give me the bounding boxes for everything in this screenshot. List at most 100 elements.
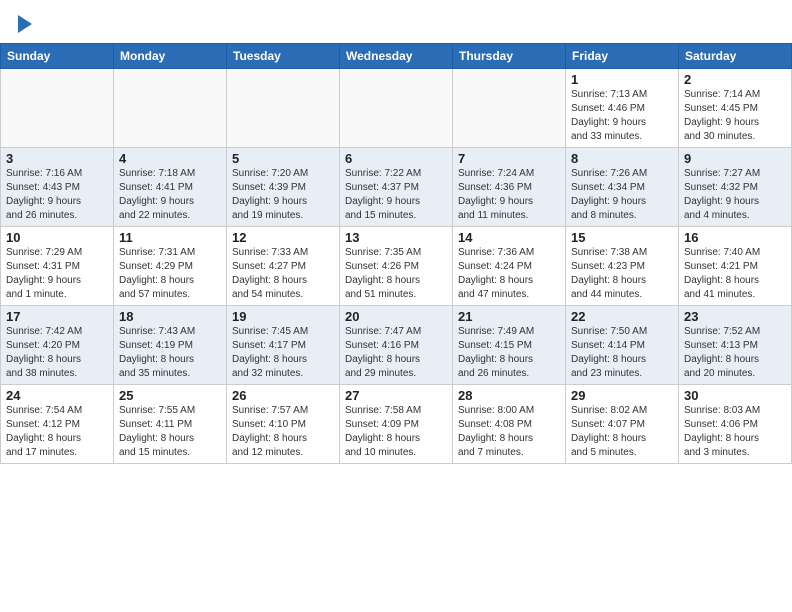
day-info: Sunrise: 7:58 AM Sunset: 4:09 PM Dayligh…: [345, 404, 447, 460]
calendar-cell: [114, 69, 227, 148]
day-number: 28: [458, 388, 560, 403]
day-number: 4: [119, 151, 221, 166]
day-info: Sunrise: 7:36 AM Sunset: 4:24 PM Dayligh…: [458, 246, 560, 302]
calendar-cell: 2Sunrise: 7:14 AM Sunset: 4:45 PM Daylig…: [679, 69, 792, 148]
calendar-cell: 29Sunrise: 8:02 AM Sunset: 4:07 PM Dayli…: [566, 385, 679, 464]
calendar-cell: 23Sunrise: 7:52 AM Sunset: 4:13 PM Dayli…: [679, 306, 792, 385]
day-info: Sunrise: 7:52 AM Sunset: 4:13 PM Dayligh…: [684, 325, 786, 381]
day-number: 2: [684, 72, 786, 87]
day-number: 8: [571, 151, 673, 166]
calendar-cell: 15Sunrise: 7:38 AM Sunset: 4:23 PM Dayli…: [566, 227, 679, 306]
calendar-cell: 13Sunrise: 7:35 AM Sunset: 4:26 PM Dayli…: [340, 227, 453, 306]
day-info: Sunrise: 7:16 AM Sunset: 4:43 PM Dayligh…: [6, 167, 108, 223]
calendar-cell: 16Sunrise: 7:40 AM Sunset: 4:21 PM Dayli…: [679, 227, 792, 306]
day-info: Sunrise: 7:47 AM Sunset: 4:16 PM Dayligh…: [345, 325, 447, 381]
day-number: 5: [232, 151, 334, 166]
day-number: 1: [571, 72, 673, 87]
logo: [15, 15, 32, 33]
calendar-cell: [227, 69, 340, 148]
day-info: Sunrise: 7:13 AM Sunset: 4:46 PM Dayligh…: [571, 88, 673, 144]
calendar-header-sunday: Sunday: [1, 44, 114, 69]
day-info: Sunrise: 7:20 AM Sunset: 4:39 PM Dayligh…: [232, 167, 334, 223]
day-info: Sunrise: 7:43 AM Sunset: 4:19 PM Dayligh…: [119, 325, 221, 381]
day-info: Sunrise: 7:18 AM Sunset: 4:41 PM Dayligh…: [119, 167, 221, 223]
calendar-cell: [1, 69, 114, 148]
day-info: Sunrise: 8:02 AM Sunset: 4:07 PM Dayligh…: [571, 404, 673, 460]
calendar-cell: 14Sunrise: 7:36 AM Sunset: 4:24 PM Dayli…: [453, 227, 566, 306]
day-info: Sunrise: 7:57 AM Sunset: 4:10 PM Dayligh…: [232, 404, 334, 460]
calendar-cell: 9Sunrise: 7:27 AM Sunset: 4:32 PM Daylig…: [679, 148, 792, 227]
day-number: 20: [345, 309, 447, 324]
day-info: Sunrise: 7:14 AM Sunset: 4:45 PM Dayligh…: [684, 88, 786, 144]
logo-triangle-icon: [18, 15, 32, 33]
calendar-cell: 19Sunrise: 7:45 AM Sunset: 4:17 PM Dayli…: [227, 306, 340, 385]
calendar-table: SundayMondayTuesdayWednesdayThursdayFrid…: [0, 43, 792, 464]
day-info: Sunrise: 7:55 AM Sunset: 4:11 PM Dayligh…: [119, 404, 221, 460]
calendar-cell: 3Sunrise: 7:16 AM Sunset: 4:43 PM Daylig…: [1, 148, 114, 227]
day-number: 16: [684, 230, 786, 245]
calendar-header-monday: Monday: [114, 44, 227, 69]
calendar-header-row: SundayMondayTuesdayWednesdayThursdayFrid…: [1, 44, 792, 69]
calendar-cell: 18Sunrise: 7:43 AM Sunset: 4:19 PM Dayli…: [114, 306, 227, 385]
day-number: 30: [684, 388, 786, 403]
day-number: 29: [571, 388, 673, 403]
calendar-cell: [340, 69, 453, 148]
calendar-week-4: 17Sunrise: 7:42 AM Sunset: 4:20 PM Dayli…: [1, 306, 792, 385]
day-number: 15: [571, 230, 673, 245]
calendar-cell: 4Sunrise: 7:18 AM Sunset: 4:41 PM Daylig…: [114, 148, 227, 227]
calendar-week-2: 3Sunrise: 7:16 AM Sunset: 4:43 PM Daylig…: [1, 148, 792, 227]
day-info: Sunrise: 8:03 AM Sunset: 4:06 PM Dayligh…: [684, 404, 786, 460]
day-number: 26: [232, 388, 334, 403]
day-info: Sunrise: 7:42 AM Sunset: 4:20 PM Dayligh…: [6, 325, 108, 381]
day-number: 18: [119, 309, 221, 324]
day-number: 23: [684, 309, 786, 324]
day-info: Sunrise: 7:40 AM Sunset: 4:21 PM Dayligh…: [684, 246, 786, 302]
calendar-cell: 6Sunrise: 7:22 AM Sunset: 4:37 PM Daylig…: [340, 148, 453, 227]
day-info: Sunrise: 7:49 AM Sunset: 4:15 PM Dayligh…: [458, 325, 560, 381]
calendar-header-friday: Friday: [566, 44, 679, 69]
calendar-header-tuesday: Tuesday: [227, 44, 340, 69]
day-info: Sunrise: 7:35 AM Sunset: 4:26 PM Dayligh…: [345, 246, 447, 302]
day-info: Sunrise: 8:00 AM Sunset: 4:08 PM Dayligh…: [458, 404, 560, 460]
day-number: 22: [571, 309, 673, 324]
day-number: 24: [6, 388, 108, 403]
calendar-cell: 27Sunrise: 7:58 AM Sunset: 4:09 PM Dayli…: [340, 385, 453, 464]
day-number: 14: [458, 230, 560, 245]
calendar-cell: 7Sunrise: 7:24 AM Sunset: 4:36 PM Daylig…: [453, 148, 566, 227]
calendar-cell: 20Sunrise: 7:47 AM Sunset: 4:16 PM Dayli…: [340, 306, 453, 385]
day-info: Sunrise: 7:31 AM Sunset: 4:29 PM Dayligh…: [119, 246, 221, 302]
day-number: 13: [345, 230, 447, 245]
day-info: Sunrise: 7:27 AM Sunset: 4:32 PM Dayligh…: [684, 167, 786, 223]
day-info: Sunrise: 7:24 AM Sunset: 4:36 PM Dayligh…: [458, 167, 560, 223]
calendar-cell: 8Sunrise: 7:26 AM Sunset: 4:34 PM Daylig…: [566, 148, 679, 227]
day-number: 11: [119, 230, 221, 245]
calendar-cell: 24Sunrise: 7:54 AM Sunset: 4:12 PM Dayli…: [1, 385, 114, 464]
calendar-cell: 12Sunrise: 7:33 AM Sunset: 4:27 PM Dayli…: [227, 227, 340, 306]
day-info: Sunrise: 7:33 AM Sunset: 4:27 PM Dayligh…: [232, 246, 334, 302]
calendar-header-thursday: Thursday: [453, 44, 566, 69]
calendar-cell: 21Sunrise: 7:49 AM Sunset: 4:15 PM Dayli…: [453, 306, 566, 385]
day-number: 6: [345, 151, 447, 166]
calendar-cell: 5Sunrise: 7:20 AM Sunset: 4:39 PM Daylig…: [227, 148, 340, 227]
day-number: 19: [232, 309, 334, 324]
day-info: Sunrise: 7:38 AM Sunset: 4:23 PM Dayligh…: [571, 246, 673, 302]
calendar-cell: 25Sunrise: 7:55 AM Sunset: 4:11 PM Dayli…: [114, 385, 227, 464]
calendar-header-wednesday: Wednesday: [340, 44, 453, 69]
day-info: Sunrise: 7:50 AM Sunset: 4:14 PM Dayligh…: [571, 325, 673, 381]
calendar-week-3: 10Sunrise: 7:29 AM Sunset: 4:31 PM Dayli…: [1, 227, 792, 306]
calendar-cell: 1Sunrise: 7:13 AM Sunset: 4:46 PM Daylig…: [566, 69, 679, 148]
day-number: 21: [458, 309, 560, 324]
calendar-cell: 22Sunrise: 7:50 AM Sunset: 4:14 PM Dayli…: [566, 306, 679, 385]
day-number: 3: [6, 151, 108, 166]
calendar-cell: [453, 69, 566, 148]
calendar-cell: 26Sunrise: 7:57 AM Sunset: 4:10 PM Dayli…: [227, 385, 340, 464]
calendar-cell: 10Sunrise: 7:29 AM Sunset: 4:31 PM Dayli…: [1, 227, 114, 306]
day-info: Sunrise: 7:45 AM Sunset: 4:17 PM Dayligh…: [232, 325, 334, 381]
calendar-cell: 17Sunrise: 7:42 AM Sunset: 4:20 PM Dayli…: [1, 306, 114, 385]
calendar-header-saturday: Saturday: [679, 44, 792, 69]
day-number: 25: [119, 388, 221, 403]
calendar-cell: 28Sunrise: 8:00 AM Sunset: 4:08 PM Dayli…: [453, 385, 566, 464]
day-number: 27: [345, 388, 447, 403]
day-number: 17: [6, 309, 108, 324]
day-info: Sunrise: 7:54 AM Sunset: 4:12 PM Dayligh…: [6, 404, 108, 460]
